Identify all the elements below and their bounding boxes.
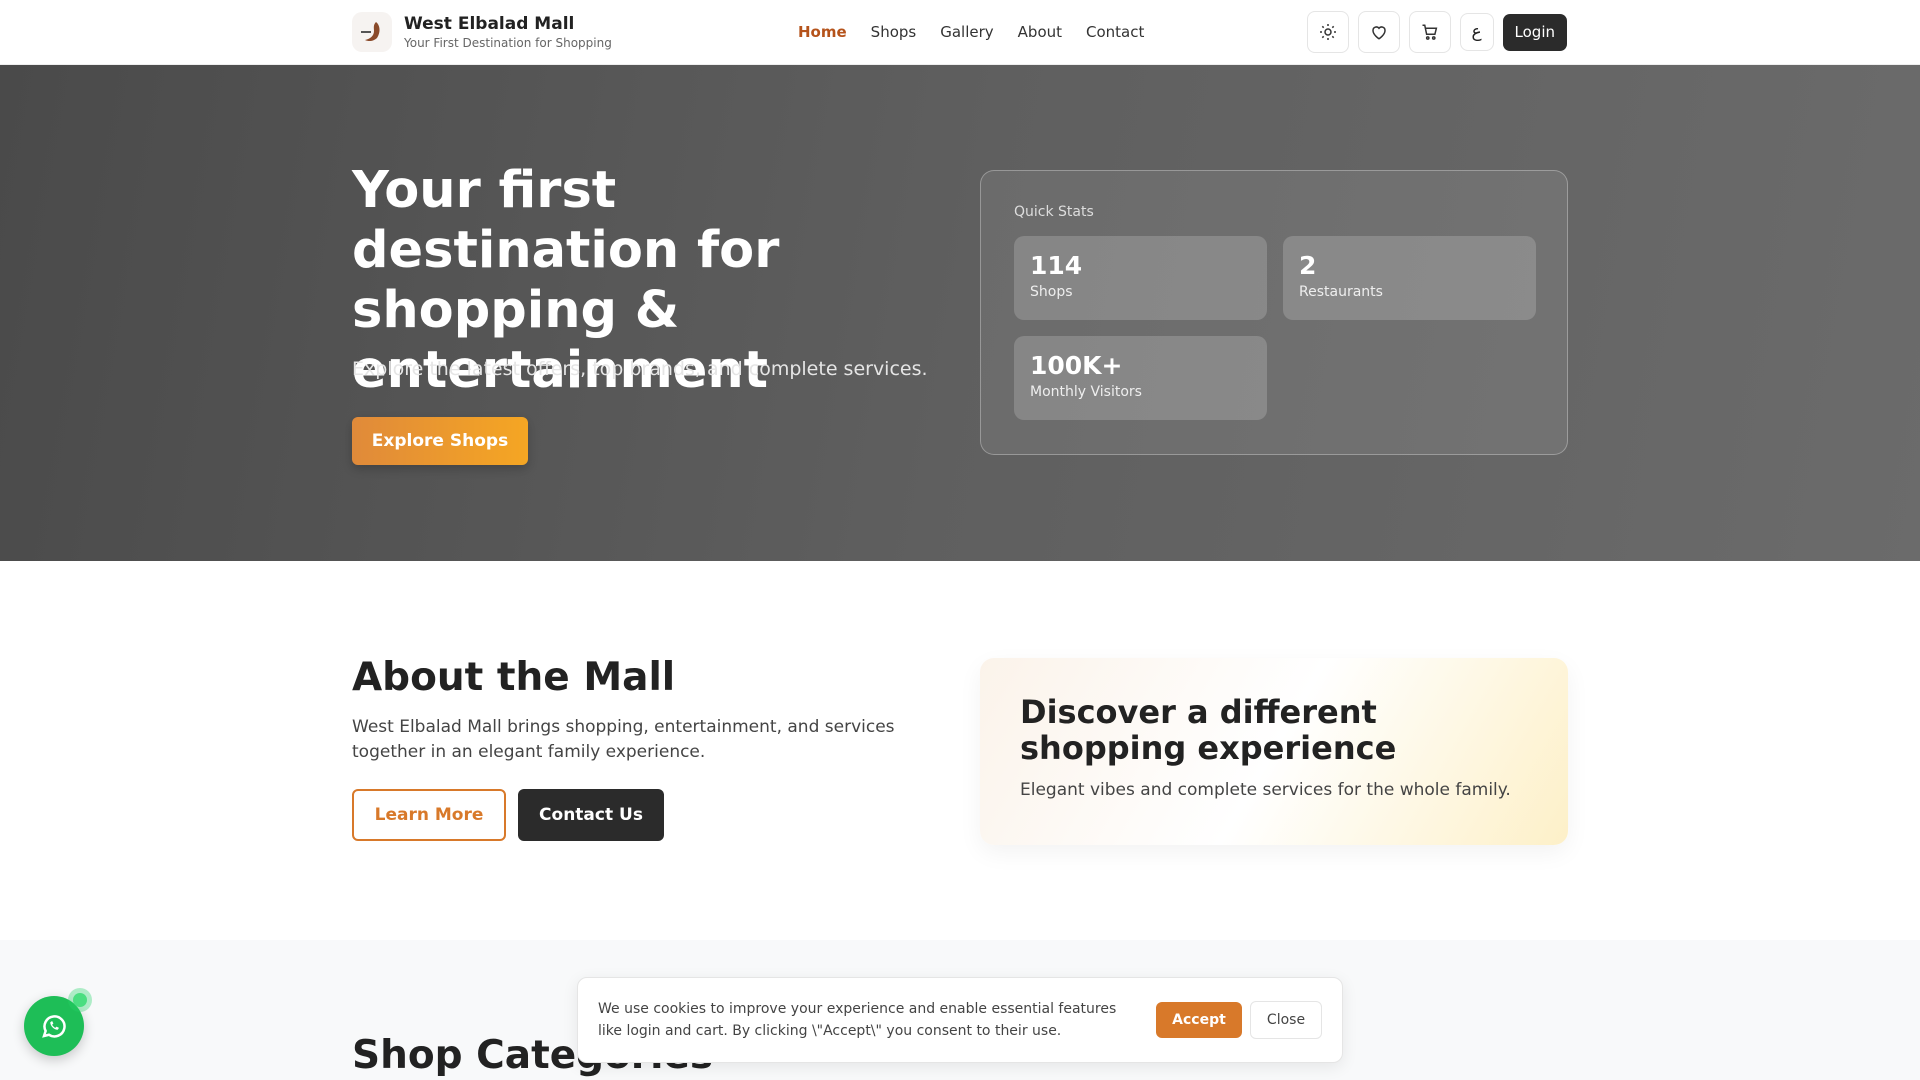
nav-home[interactable]: Home [798, 23, 847, 41]
quick-stats-card: Quick Stats 114 Shops 2 Restaurants 100K… [980, 170, 1568, 455]
about-text: West Elbalad Mall brings shopping, enter… [352, 717, 895, 762]
stat-value: 100K+ [1030, 351, 1123, 380]
header-actions: ع Login [1306, 11, 1567, 53]
hero-section: Your first destination for shopping & en… [0, 65, 1920, 561]
site-header: West Elbalad Mall Your First Destination… [0, 0, 1920, 65]
quick-stats-label: Quick Stats [1014, 204, 1094, 220]
cart-icon [1422, 24, 1437, 40]
discover-text: Elegant vibes and complete services for … [1020, 780, 1511, 800]
online-indicator [68, 988, 92, 1012]
stat-shops: 114 Shops [1014, 236, 1267, 320]
brand-subtitle: Your First Destination for Shopping [404, 36, 612, 50]
theme-toggle-button[interactable] [1306, 11, 1349, 53]
brand-title: West Elbalad Mall [404, 14, 575, 34]
sun-icon [1319, 24, 1336, 40]
close-cookies-button[interactable]: Close [1250, 1001, 1322, 1039]
wishlist-button[interactable] [1357, 11, 1400, 53]
contact-us-button[interactable]: Contact Us [518, 789, 664, 841]
nav-contact[interactable]: Contact [1086, 23, 1144, 41]
mall-logo[interactable] [352, 12, 392, 52]
stat-label: Shops [1030, 284, 1073, 300]
whatsapp-icon [42, 1015, 66, 1038]
login-button[interactable]: Login [1502, 13, 1567, 51]
main-nav: Home Shops Gallery About Contact [798, 23, 1144, 41]
cookie-text: We use cookies to improve your experienc… [598, 1001, 1117, 1039]
language-button[interactable]: ع [1459, 13, 1494, 51]
stat-visitors: 100K+ Monthly Visitors [1014, 336, 1267, 420]
stat-label: Restaurants [1299, 284, 1383, 300]
nav-shops[interactable]: Shops [871, 23, 917, 41]
learn-more-button[interactable]: Learn More [352, 789, 506, 841]
stat-value: 114 [1030, 251, 1083, 280]
discover-title: Discover a different shopping experience [1020, 693, 1397, 767]
heart-icon [1371, 26, 1386, 40]
hero-subtitle: Explore the latest offers, top brands, a… [352, 358, 928, 380]
accept-cookies-button[interactable]: Accept [1156, 1002, 1242, 1038]
explore-shops-button[interactable]: Explore Shops [352, 417, 528, 465]
nav-gallery[interactable]: Gallery [940, 23, 993, 41]
stat-label: Monthly Visitors [1030, 384, 1142, 400]
discover-card: Discover a different shopping experience… [980, 658, 1568, 845]
stat-restaurants: 2 Restaurants [1283, 236, 1536, 320]
stat-value: 2 [1299, 251, 1317, 280]
cart-button[interactable] [1408, 11, 1451, 53]
nav-about[interactable]: About [1018, 23, 1062, 41]
about-title: About the Mall [352, 655, 676, 700]
cookie-banner: We use cookies to improve your experienc… [577, 977, 1343, 1063]
